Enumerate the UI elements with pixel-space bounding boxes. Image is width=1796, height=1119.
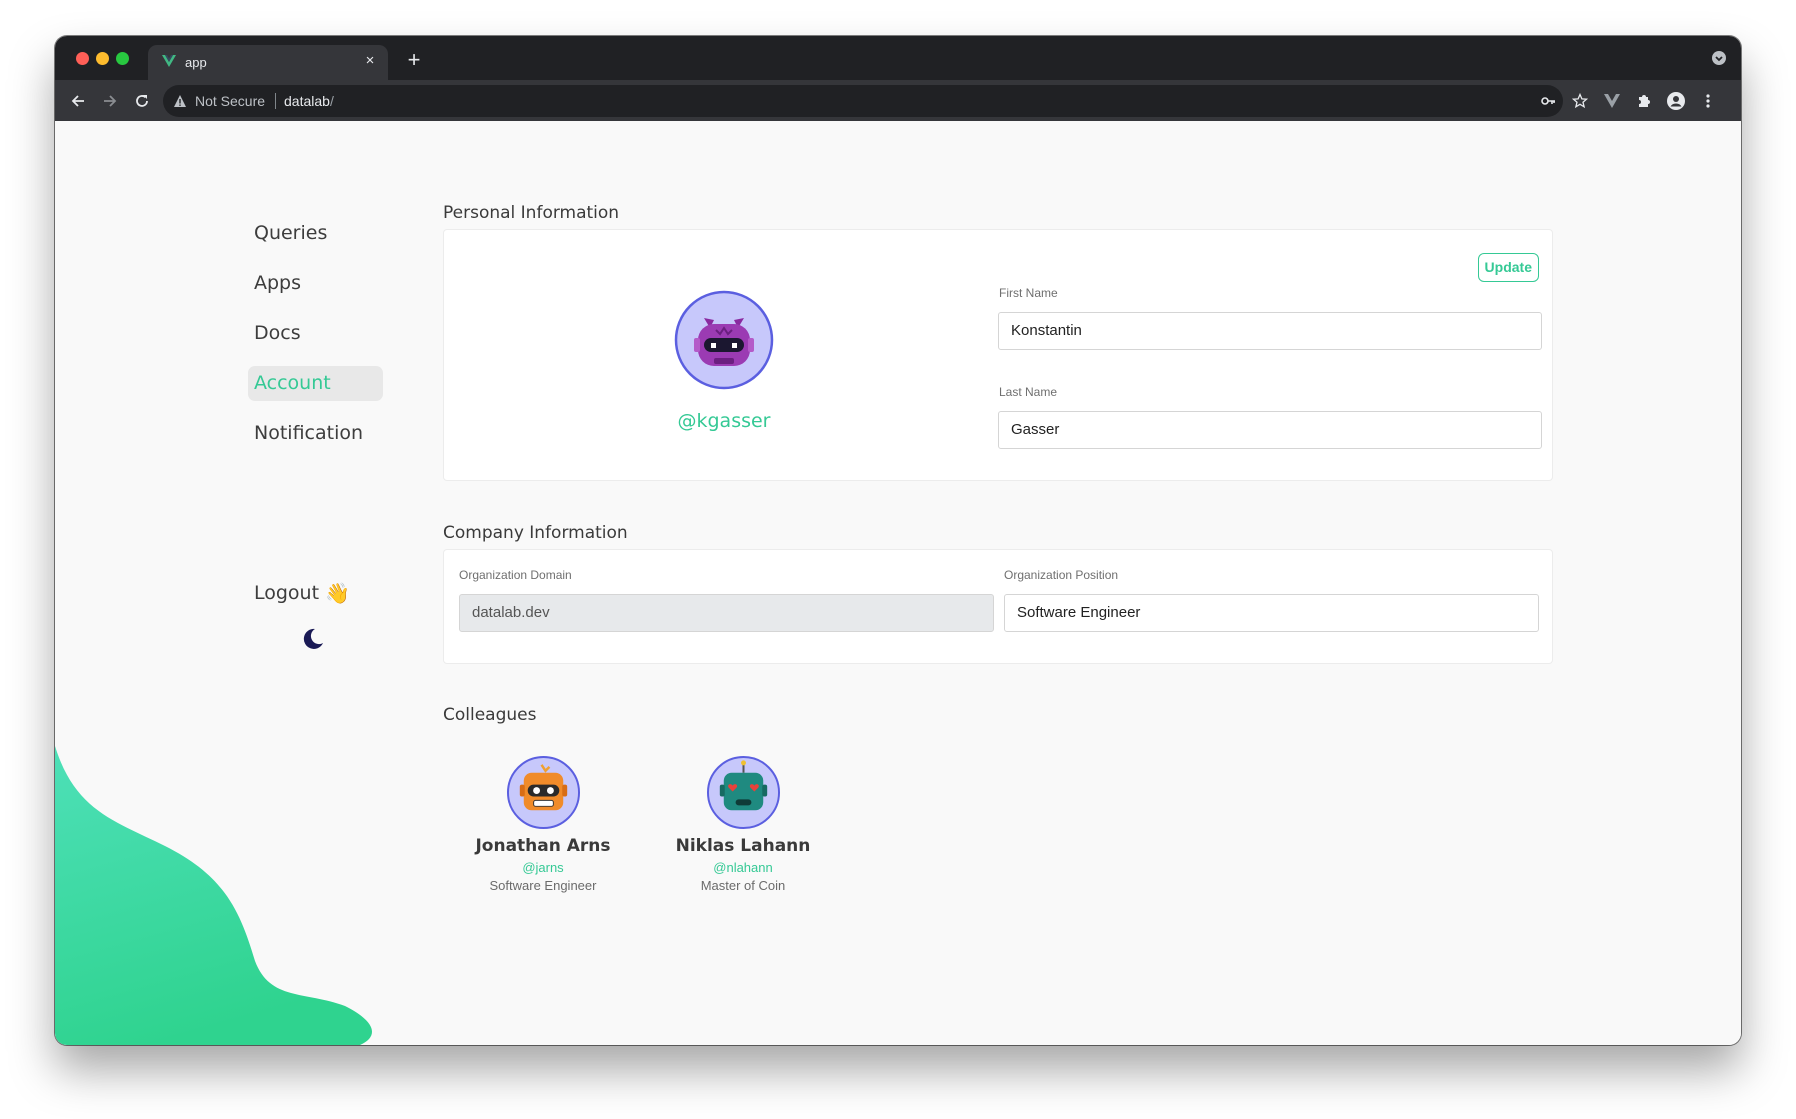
minimize-window-button[interactable] <box>96 52 109 65</box>
app-page: Queries Apps Docs Account Notification L… <box>55 121 1741 1045</box>
kebab-menu-icon[interactable] <box>1696 89 1720 113</box>
warning-icon <box>174 95 186 107</box>
colleagues-title: Colleagues <box>443 705 537 725</box>
url-host: datalab <box>284 93 330 109</box>
personal-info-title: Personal Information <box>443 203 620 223</box>
browser-tab[interactable]: app × <box>148 45 388 80</box>
vue-logo-icon <box>162 55 176 67</box>
maximize-window-button[interactable] <box>116 52 129 65</box>
sidebar-item-apps[interactable]: Apps <box>248 266 383 301</box>
update-button[interactable]: Update <box>1477 253 1539 282</box>
colleague-name: Niklas Lahann <box>675 836 811 856</box>
dark-mode-moon-icon[interactable] <box>301 627 325 651</box>
reload-icon[interactable] <box>129 88 155 114</box>
address-bar[interactable]: Not Secure datalab/ <box>163 85 1563 117</box>
browser-toolbar: Not Secure datalab/ <box>55 80 1741 121</box>
tab-bar: app × + <box>55 36 1741 80</box>
profile-icon[interactable] <box>1664 89 1688 113</box>
waving-hand-icon: 👋 <box>325 581 350 605</box>
security-status[interactable]: Not Secure <box>195 93 265 109</box>
close-window-button[interactable] <box>76 52 89 65</box>
robot-avatar-icon[interactable] <box>674 290 774 390</box>
forward-icon[interactable] <box>97 88 123 114</box>
colleague-role: Software Engineer <box>489 878 597 893</box>
user-handle: @kgasser <box>677 410 771 432</box>
tab-close-icon[interactable]: × <box>360 51 380 71</box>
bookmark-star-icon[interactable] <box>1568 89 1592 113</box>
company-info-title: Company Information <box>443 523 628 543</box>
org-domain-field: datalab.dev <box>459 594 994 632</box>
org-domain-label: Organization Domain <box>459 568 572 582</box>
back-icon[interactable] <box>65 88 91 114</box>
sidebar-item-queries[interactable]: Queries <box>248 216 383 251</box>
colleague-handle: @nlahann <box>713 860 773 875</box>
last-name-field[interactable]: Gasser <box>998 411 1542 449</box>
extensions-puzzle-icon[interactable] <box>1632 89 1656 113</box>
colleague-handle: @jarns <box>522 860 564 875</box>
browser-window: app × + Not Secure datalab/ Queries Apps… <box>55 36 1741 1045</box>
first-name-label: First Name <box>999 286 1058 300</box>
url-path: / <box>329 93 334 109</box>
sidebar-item-notification[interactable]: Notification <box>248 416 383 451</box>
last-name-label: Last Name <box>999 385 1058 399</box>
logout-button[interactable]: Logout 👋 <box>254 581 350 605</box>
key-icon[interactable] <box>1536 89 1560 113</box>
url-text[interactable]: datalab/ <box>284 93 334 109</box>
robot-avatar-icon <box>706 755 780 830</box>
org-position-field[interactable]: Software Engineer <box>1004 594 1539 632</box>
new-tab-button[interactable]: + <box>400 47 428 73</box>
logout-label: Logout <box>254 582 320 604</box>
robot-avatar-icon <box>506 755 580 830</box>
sidebar-item-docs[interactable]: Docs <box>248 316 383 351</box>
personal-info-card: @kgasser Update First Name Konstantin La… <box>443 229 1553 481</box>
company-info-card: Organization Domain datalab.dev Organiza… <box>443 549 1553 664</box>
vue-devtools-icon[interactable] <box>1600 89 1624 113</box>
colleague-card[interactable]: Niklas Lahann @nlahann Master of Coin <box>673 755 813 893</box>
tab-title: app <box>185 55 207 70</box>
colleague-role: Master of Coin <box>700 878 786 893</box>
first-name-field[interactable]: Konstantin <box>998 312 1542 350</box>
omnibox-divider <box>275 93 276 109</box>
org-position-label: Organization Position <box>1004 568 1119 582</box>
colleague-card[interactable]: Jonathan Arns @jarns Software Engineer <box>473 755 613 893</box>
colleague-name: Jonathan Arns <box>475 836 611 856</box>
tab-search-icon[interactable] <box>1711 50 1727 66</box>
sidebar-item-account[interactable]: Account <box>248 366 383 401</box>
